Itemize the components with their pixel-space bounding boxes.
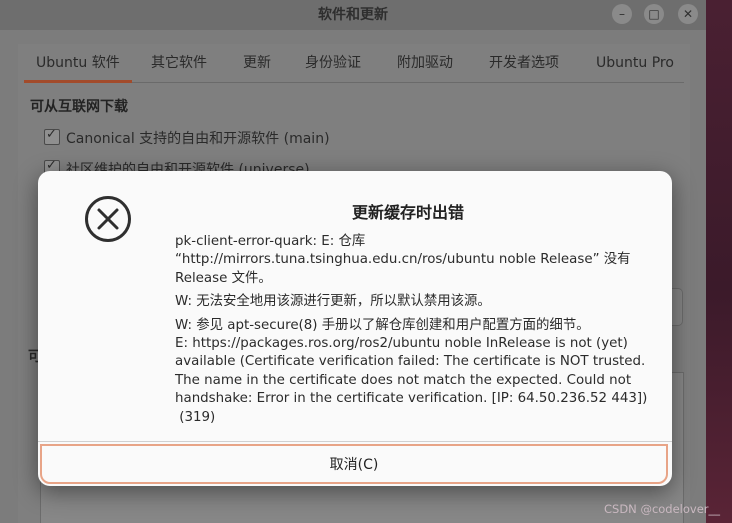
tab-ubuntu-software[interactable]: Ubuntu 软件 xyxy=(24,48,132,83)
error-message-release: pk-client-error-quark: E: 仓库 “http://mir… xyxy=(175,234,631,286)
error-message-certificate: E: https://packages.ros.org/ros2/ubuntu … xyxy=(175,336,648,407)
tab-ubuntu-pro[interactable]: Ubuntu Pro xyxy=(596,48,674,80)
dialog-title: 更新缓存时出错 xyxy=(351,203,464,222)
tab-updates[interactable]: 更新 xyxy=(243,48,271,80)
warning-message-apt-secure: W: 参见 apt-secure(8) 手册以了解仓库创建和用户配置方面的细节。 xyxy=(175,317,590,333)
downloads-section-title: 可从互联网下载 xyxy=(30,99,128,115)
tab-additional-drivers[interactable]: 附加驱动 xyxy=(397,48,453,80)
cancel-button[interactable]: 取消(C) xyxy=(40,444,668,484)
window-titlebar: 软件和更新 xyxy=(0,0,706,30)
error-code: (319) xyxy=(175,409,216,425)
tab-authentication[interactable]: 身份验证 xyxy=(305,48,361,80)
close-icon[interactable]: ✕ xyxy=(678,4,698,24)
minimize-icon[interactable]: – xyxy=(612,4,632,24)
tab-bar: Ubuntu 软件 其它软件 更新 身份验证 附加驱动 开发者选项 Ubuntu… xyxy=(24,48,684,83)
main-repo-checkbox[interactable] xyxy=(44,127,60,145)
error-circle-x-icon xyxy=(85,196,131,242)
watermark: CSDN @codelover__ xyxy=(604,502,721,516)
warning-message-disabled: W: 无法安全地用该源进行更新，所以默认禁用该源。 xyxy=(175,294,491,310)
tab-other-software[interactable]: 其它软件 xyxy=(151,48,207,80)
dropdown-edge xyxy=(672,288,683,326)
main-repo-option[interactable]: Canonical 支持的自由和开源软件 (main) xyxy=(44,127,330,148)
dialog-footer: 取消(C) xyxy=(38,441,672,486)
maximize-icon[interactable]: □ xyxy=(644,4,664,24)
main-repo-label: Canonical 支持的自由和开源软件 (main) xyxy=(66,131,330,147)
tab-developer-options[interactable]: 开发者选项 xyxy=(489,48,559,80)
dialog-message: pk-client-error-quark: E: 仓库 “http://mir… xyxy=(175,233,655,427)
error-dialog: 更新缓存时出错 pk-client-error-quark: E: 仓库 “ht… xyxy=(38,171,672,486)
window-title: 软件和更新 xyxy=(318,7,388,23)
